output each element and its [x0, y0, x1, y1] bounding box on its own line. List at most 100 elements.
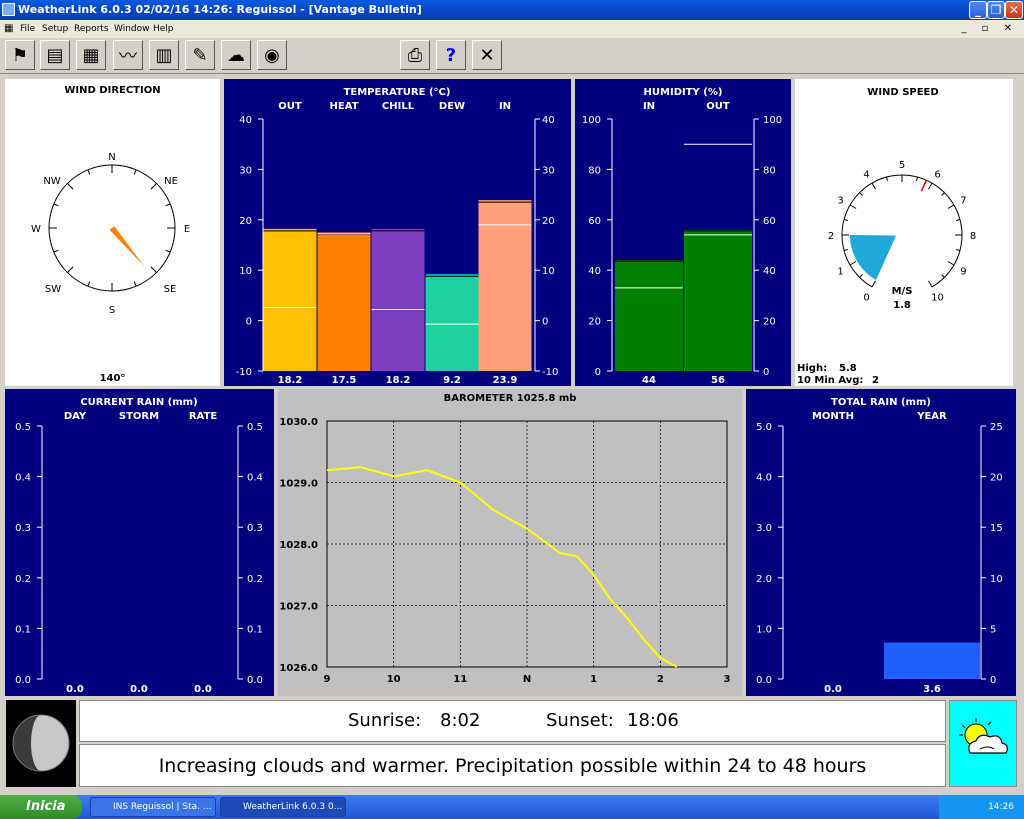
- barometer-x-tick: 10: [387, 674, 401, 685]
- temp-axis-right-label: -10: [542, 367, 558, 378]
- rain-axis-left-label: 0.3: [15, 523, 31, 534]
- wind-speed-tick: [843, 218, 849, 221]
- wind-speed-range-wedge: [850, 235, 897, 281]
- menu-window[interactable]: Window: [114, 20, 150, 38]
- rain-axis-left-label: 0.0: [15, 675, 31, 686]
- close-icon[interactable]: ✕: [472, 40, 502, 70]
- barometer-title: BAROMETER 1025.8 mb: [444, 393, 577, 404]
- menu-setup[interactable]: Setup: [42, 20, 68, 38]
- humidity-axis-left-label: 20: [588, 317, 601, 328]
- wind-speed-tick-label: 5: [899, 160, 905, 171]
- total-rain-axis-left-label: 5.0: [756, 422, 772, 433]
- barometer-y-tick: 1026.0: [279, 663, 318, 674]
- compass-tick: [133, 281, 137, 287]
- barometer-x-tick: 1: [590, 674, 597, 685]
- temp-axis-right-label: 40: [542, 115, 555, 126]
- compass-tick: [87, 281, 91, 287]
- temp-axis-right-label: 30: [542, 165, 555, 176]
- temp-value-dew: 9.2: [443, 375, 461, 386]
- humidity-axis-left-label: 60: [588, 216, 601, 227]
- humidity-chart: HUMIDITY (%) 100 80 60 40 20 0 100 80 60 40 20 0 IN 4…: [582, 87, 782, 386]
- humidity-axis-left-label: 40: [588, 266, 601, 277]
- system-tray: 14:26: [939, 795, 1024, 819]
- start-button[interactable]: Inicia: [0, 795, 82, 819]
- notes-icon[interactable]: ✎: [185, 40, 215, 70]
- humidity-axis-right-label: 80: [763, 165, 776, 176]
- sunrise-label: Sunrise:: [348, 710, 422, 731]
- barometer-y-tick: 1027.0: [279, 602, 318, 613]
- temp-axis-right-label: 10: [542, 266, 555, 277]
- task-weatherlink[interactable]: WeatherLink 6.0.3 0...: [220, 797, 346, 817]
- temp-axis-right-label: 20: [542, 216, 555, 227]
- compass-tick: [165, 203, 171, 207]
- restore-button[interactable]: ❐: [987, 1, 1005, 19]
- start-label: Inicia: [26, 799, 66, 814]
- forecast-panel: Increasing clouds and warmer. Precipitat…: [79, 744, 946, 787]
- humidity-title: HUMIDITY (%): [644, 87, 723, 98]
- mdi-controls[interactable]: _ ▫ ✕: [961, 20, 1018, 38]
- wind-speed-tick-label: 3: [837, 196, 843, 207]
- help-icon[interactable]: ?: [436, 40, 466, 70]
- total-rain-axis-left-label: 2.0: [756, 574, 772, 585]
- humidity-bar-in: [615, 260, 683, 371]
- sun-times-panel: Sunrise: 8:02 Sunset: 18:06: [79, 700, 946, 742]
- wind-speed-tick: [947, 261, 955, 266]
- humidity-bar-out: [684, 229, 752, 371]
- window-titlebar[interactable]: WeatherLink 6.0.3 02/02/16 14:26: Reguis…: [0, 0, 1024, 20]
- mdi-doc-icon[interactable]: ▦: [4, 20, 13, 38]
- wind-speed-unit: M/S: [892, 286, 913, 297]
- menu-file[interactable]: File: [20, 20, 35, 38]
- close-window-button[interactable]: ✕: [1005, 1, 1023, 19]
- wind-speed-tick: [843, 249, 849, 252]
- wind-speed-title: WIND SPEED: [867, 87, 938, 98]
- compass-label-se: SE: [164, 284, 177, 295]
- weather-icon[interactable]: ☁: [221, 40, 251, 70]
- wind-speed-tick: [928, 182, 933, 190]
- humidity-axis-right-label: 0: [763, 367, 769, 378]
- menu-help[interactable]: Help: [153, 20, 174, 38]
- total-rain-axis-right-label: 5: [990, 624, 996, 635]
- wind-speed-tick: [955, 249, 961, 252]
- summary-icon[interactable]: ▦: [76, 40, 106, 70]
- graph-icon[interactable]: 〰: [113, 40, 143, 70]
- clock: 14:26: [988, 802, 1014, 812]
- wind-speed-tick-label: 7: [960, 196, 966, 207]
- humidity-axis-right-label: 40: [763, 266, 776, 277]
- strip-chart-icon[interactable]: ▥: [149, 40, 179, 70]
- wind-direction-degrees: 140°: [99, 373, 126, 384]
- total-rain-axis-right-label: 10: [990, 574, 1003, 585]
- moon-phase-panel: [6, 700, 76, 787]
- humidity-panel: HUMIDITY (%) 100 80 60 40 20 0 100 80 60 40 20 0 IN 4…: [575, 79, 791, 386]
- compass-tick: [165, 249, 171, 253]
- humidity-axis-left-label: 100: [582, 115, 601, 126]
- task-browser[interactable]: INS Reguissol | Sta. ...: [90, 797, 216, 817]
- menu-reports[interactable]: Reports: [74, 20, 109, 38]
- wind-high-value: 5.8: [839, 363, 857, 374]
- temp-column-chill: CHILL: [382, 101, 415, 112]
- rain-axis-right-label: 0.4: [247, 473, 263, 484]
- temp-value-heat: 17.5: [332, 375, 357, 386]
- window-title: WeatherLink 6.0.3 02/02/16 14:26: Reguis…: [18, 3, 422, 16]
- bulletin-icon[interactable]: ⚑: [5, 40, 35, 70]
- current-rain-title: CURRENT RAIN (mm): [80, 397, 197, 408]
- total-rain-value-year: 3.6: [923, 684, 941, 695]
- noaa-icon[interactable]: ◉: [257, 40, 287, 70]
- print-icon[interactable]: ⎙: [400, 40, 430, 70]
- wind-speed-tick: [849, 204, 857, 209]
- compass-tick: [133, 169, 137, 175]
- console-icon[interactable]: ▤: [40, 40, 70, 70]
- compass-label-e: E: [184, 224, 190, 235]
- compass-label-n: N: [108, 152, 115, 163]
- sunset-label: Sunset:: [546, 710, 614, 731]
- wind-speed-tick: [941, 192, 945, 196]
- wind-speed-gauge: WIND SPEED M/S 1.8 High: 5.8 10 Min Avg:…: [797, 87, 976, 386]
- wind-speed-tick-label: 10: [931, 292, 944, 303]
- minimize-button[interactable]: _: [969, 1, 987, 19]
- sunrise-time: 8:02: [440, 710, 481, 731]
- temp-column-in: IN: [499, 101, 511, 112]
- sunset-time: 18:06: [627, 710, 679, 731]
- compass-tick: [67, 183, 74, 190]
- forecast-text: Increasing clouds and warmer. Precipitat…: [158, 755, 867, 777]
- temp-bar-out: [263, 228, 317, 371]
- temp-value-in: 23.9: [493, 375, 518, 386]
